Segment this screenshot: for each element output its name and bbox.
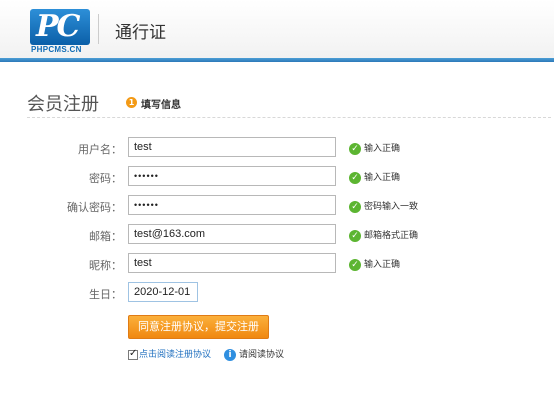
check-circle-icon: ✓ (349, 200, 361, 213)
read-agreement-tip: i 请阅读协议 (224, 347, 284, 361)
section-divider (27, 117, 551, 118)
password-tip: ✓ 输入正确 (349, 170, 400, 184)
confirm-password-label: 确认密码： (67, 201, 122, 214)
birthday-input[interactable]: 2020-12-01 (128, 282, 198, 302)
site-title: 通行证 (115, 23, 166, 43)
email-label: 邮箱： (89, 230, 122, 243)
nickname-tip-text: 输入正确 (364, 260, 401, 270)
submit-register-button[interactable]: 同意注册协议，提交注册 (128, 315, 269, 339)
header-bar: PC PHPCMS.CN 通行证 (0, 0, 554, 62)
agree-checkbox[interactable] (128, 348, 138, 360)
check-circle-icon: ✓ (349, 229, 361, 242)
check-circle-icon: ✓ (349, 142, 361, 155)
step-label: 填写信息 (141, 100, 181, 111)
confirm-password-input[interactable]: •••••• (128, 195, 336, 215)
step-number-badge: 1 (126, 97, 137, 108)
username-label: 用户名： (78, 143, 122, 156)
password-tip-text: 输入正确 (364, 173, 401, 183)
password-input[interactable]: •••••• (128, 166, 336, 186)
email-input[interactable]: test@163.com (128, 224, 336, 244)
nickname-label: 昵称： (89, 259, 122, 272)
username-tip: ✓ 输入正确 (349, 141, 400, 155)
agreement-link[interactable]: 点击阅读注册协议 (139, 350, 211, 360)
birthday-label: 生日： (89, 288, 122, 301)
logo-mark-text: PC (36, 9, 80, 44)
read-tip-text: 请阅读协议 (239, 350, 285, 360)
check-circle-icon: ✓ (349, 171, 361, 184)
check-circle-icon: ✓ (349, 258, 361, 271)
username-input[interactable]: test (128, 137, 336, 157)
header-underline (0, 58, 554, 62)
agree-agreement[interactable]: 点击阅读注册协议 (128, 347, 211, 360)
confirm-password-tip-text: 密码输入一致 (364, 202, 419, 212)
header-divider (98, 14, 99, 44)
nickname-tip: ✓ 输入正确 (349, 257, 400, 271)
email-tip-text: 邮箱格式正确 (364, 231, 419, 241)
nickname-input[interactable]: test (128, 253, 336, 273)
confirm-password-tip: ✓ 密码输入一致 (349, 199, 418, 213)
email-tip: ✓ 邮箱格式正确 (349, 228, 418, 242)
password-label: 密码： (89, 172, 122, 185)
page-title: 会员注册 (27, 94, 99, 115)
username-tip-text: 输入正确 (364, 144, 401, 154)
logo-mark[interactable]: PC (30, 9, 90, 45)
info-circle-icon: i (224, 348, 236, 361)
logo-text: PHPCMS.CN (31, 45, 82, 54)
